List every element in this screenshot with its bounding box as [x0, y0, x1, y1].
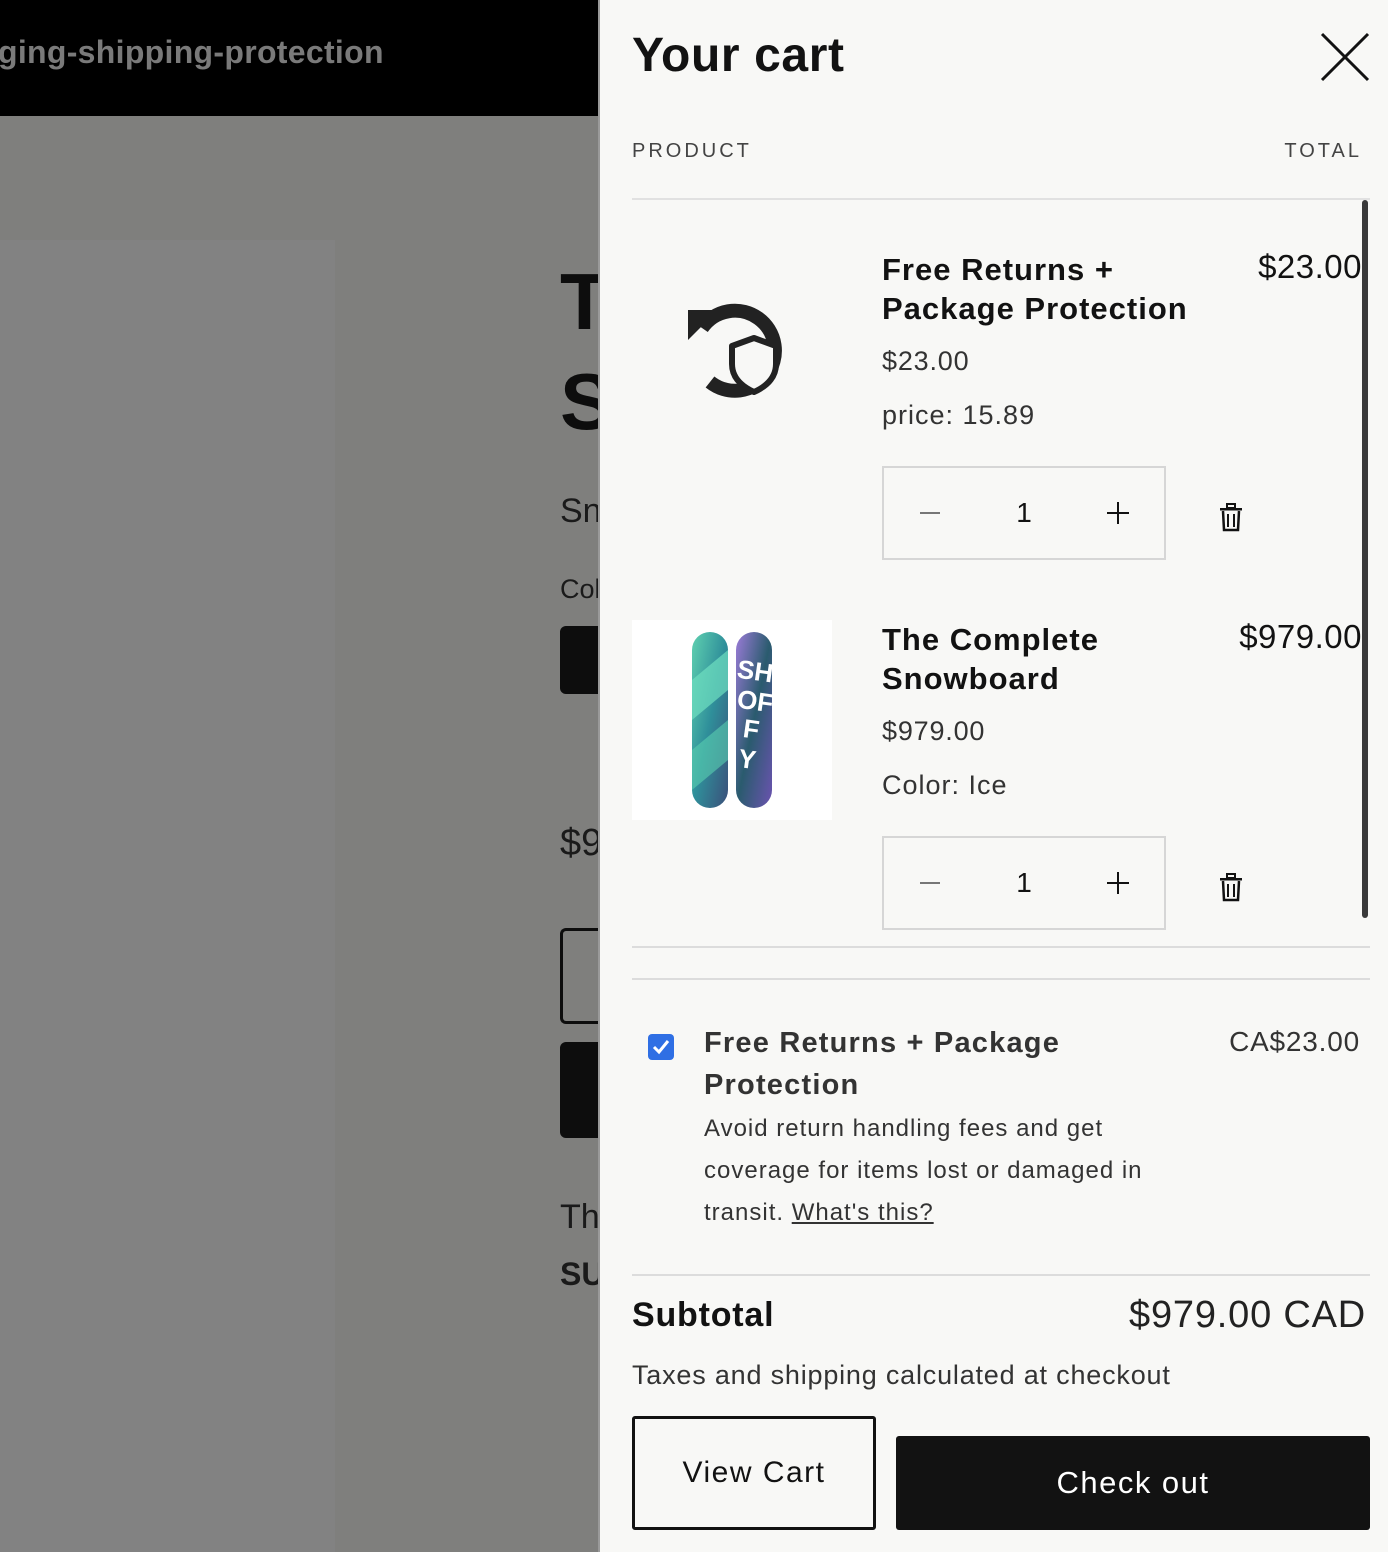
cart-item-total: $979.00: [1239, 618, 1362, 655]
view-cart-button[interactable]: View Cart: [632, 1416, 876, 1530]
product-media: [0, 240, 335, 1552]
quantity-stepper: 1: [882, 836, 1166, 930]
increase-quantity-button[interactable]: [1072, 468, 1164, 558]
quantity-box-fragment: [560, 928, 600, 1024]
quantity-input[interactable]: 1: [976, 867, 1072, 899]
decrease-quantity-button[interactable]: [884, 468, 976, 558]
vendor-fragment: Sn: [560, 492, 600, 530]
subtotal-divider: [632, 1274, 1370, 1276]
column-header-product: PRODUCT: [632, 140, 752, 162]
cart-item-price: $23.00: [882, 346, 970, 376]
background-page: ging-shipping-protection T S Sn Col $9 T…: [0, 0, 600, 1552]
trash-icon[interactable]: [1216, 502, 1246, 532]
cart-item-name[interactable]: Free Returns + Package Protection: [882, 250, 1212, 328]
protection-checkbox[interactable]: [648, 1034, 674, 1060]
announcement-text: ging-shipping-protection: [0, 34, 384, 70]
checkout-button[interactable]: Check out: [896, 1436, 1370, 1530]
cart-drawer: Your cart PRODUCT TOTAL Free Returns + P…: [598, 0, 1388, 1552]
color-label-fragment: Col: [560, 574, 600, 604]
cart-item-property: price: 15.89: [882, 400, 1036, 430]
svg-text:OF: OF: [735, 684, 775, 719]
subtotal-value: $979.00 CAD: [1129, 1294, 1366, 1336]
cart-title: Your cart: [632, 29, 845, 82]
protection-divider-top: [632, 978, 1370, 980]
cart-item-total: $23.00: [1258, 248, 1362, 285]
decrease-quantity-button[interactable]: [884, 838, 976, 928]
items-divider: [632, 946, 1370, 948]
protection-title: Free Returns + Package Protection: [704, 1027, 1061, 1101]
cart-item-name[interactable]: The Complete Snowboard: [882, 620, 1212, 698]
snowboard-image[interactable]: SH OF F Y: [632, 620, 832, 820]
trash-icon[interactable]: [1216, 872, 1246, 902]
protection-description: Avoid return handling fees and get cover…: [704, 1108, 1174, 1234]
color-swatch-fragment: [560, 626, 600, 694]
whats-this-link[interactable]: What's this?: [792, 1199, 934, 1226]
description-fragment: Th: [560, 1198, 600, 1236]
increase-quantity-button[interactable]: [1072, 838, 1164, 928]
add-to-cart-fragment: [560, 1042, 600, 1138]
close-icon[interactable]: [1318, 30, 1372, 84]
package-protection-widget: Free Returns + Package Protection CA$23.…: [632, 1000, 1370, 1260]
cart-item-price: $979.00: [882, 716, 986, 746]
quantity-input[interactable]: 1: [976, 497, 1072, 529]
product-title-fragment-2: S: [560, 357, 600, 446]
cart-item-property: Color: Ice: [882, 770, 1008, 800]
price-fragment: $9: [560, 822, 600, 864]
subtotal-label: Subtotal: [632, 1296, 775, 1334]
protection-price: CA$23.00: [1229, 1026, 1360, 1057]
items-scrollbar[interactable]: [1362, 200, 1368, 918]
returns-shield-icon[interactable]: [632, 250, 832, 450]
column-header-total: TOTAL: [1284, 140, 1362, 162]
cart-items-list[interactable]: Free Returns + Package Protection $23.00…: [632, 200, 1370, 948]
tax-note: Taxes and shipping calculated at checkou…: [632, 1360, 1171, 1390]
description-heading-fragment: SU: [560, 1256, 600, 1292]
quantity-stepper: 1: [882, 466, 1166, 560]
announcement-bar: ging-shipping-protection: [0, 0, 600, 116]
product-title-fragment-1: T: [560, 257, 600, 346]
